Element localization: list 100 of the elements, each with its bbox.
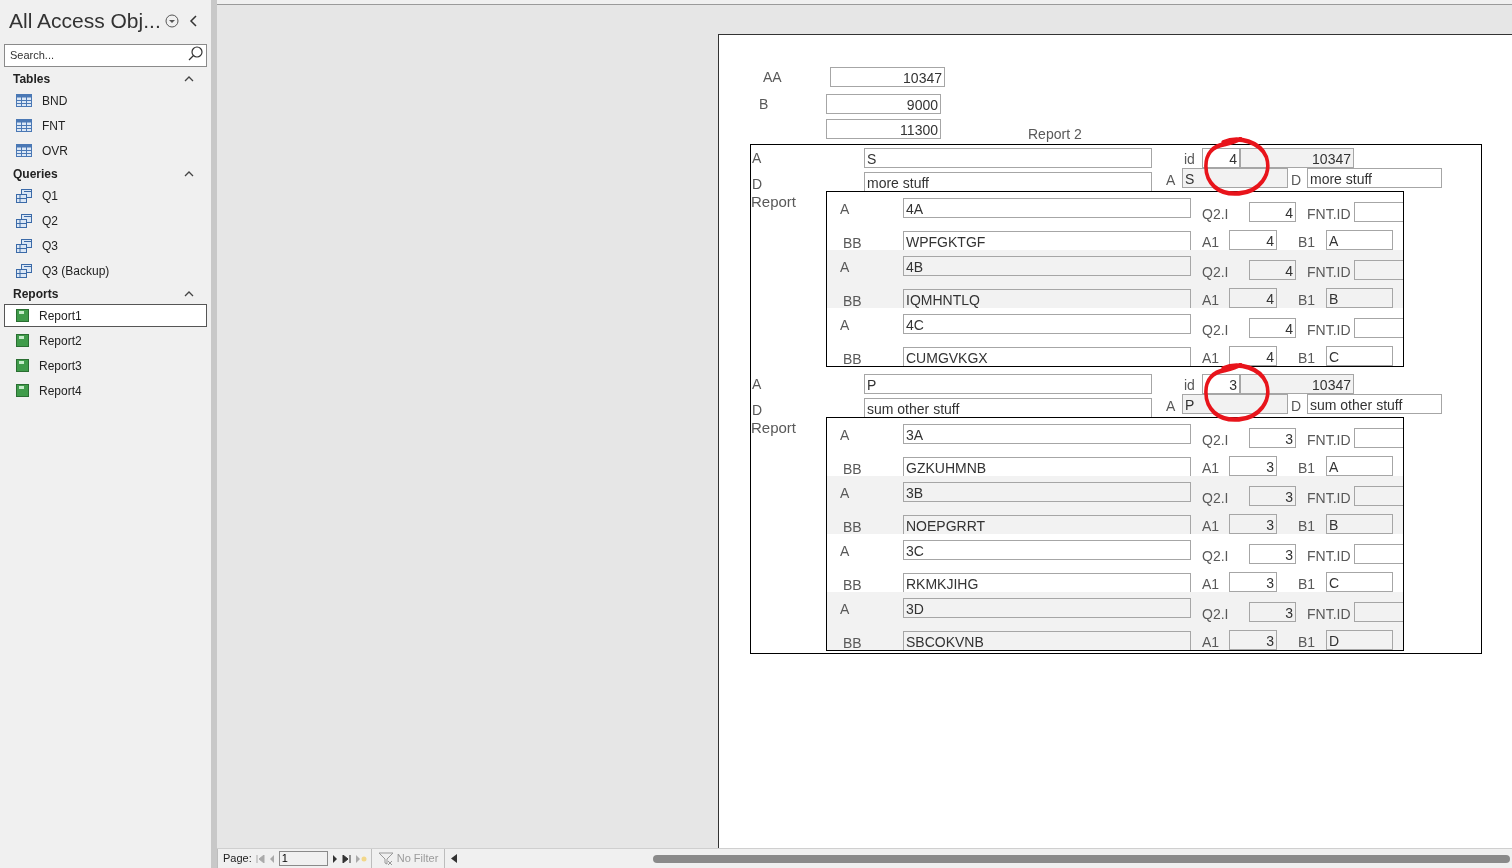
report-field: 10347 (1240, 373, 1354, 394)
last-page-icon[interactable] (341, 854, 351, 863)
report-field: RKMKJIHG (903, 572, 1191, 593)
field-label: FNT.ID (1307, 264, 1352, 280)
field-label: B1 (1298, 634, 1317, 650)
collapse-caret-icon[interactable] (184, 76, 194, 82)
report-field: 10347 (830, 67, 945, 87)
report-field: B (1326, 514, 1393, 534)
report-field: P (1182, 394, 1288, 414)
report-field: A (1326, 456, 1393, 476)
report-field: 3 (1229, 572, 1277, 592)
report-field: 3C (903, 540, 1191, 560)
report-field: 4A (903, 198, 1191, 218)
nav-item[interactable]: Report3 (4, 354, 207, 377)
report-field: S (1182, 168, 1288, 188)
report-caption: Report 2 (1028, 126, 1082, 142)
report-field: C (1326, 346, 1393, 366)
field-label: A (840, 316, 851, 335)
dropdown-icon[interactable] (164, 14, 179, 28)
field-label: A (751, 375, 763, 394)
field-label: Q2.I (1202, 264, 1230, 280)
report-field: 3 (1229, 456, 1277, 476)
report-field: 4 (1229, 346, 1277, 366)
field-label: BB (843, 234, 863, 253)
report-icon (16, 334, 29, 347)
report-field: 3A (903, 424, 1191, 444)
report-field: 4 (1249, 202, 1296, 222)
nav-item[interactable]: Report2 (4, 329, 207, 352)
field-label: A (840, 484, 851, 503)
report-field: 3 (1229, 514, 1277, 534)
report-field: CUMGVKGX (903, 346, 1191, 366)
collapse-caret-icon[interactable] (184, 171, 194, 177)
report-field: 4 (1229, 288, 1277, 308)
query-icon (16, 213, 32, 228)
nav-item[interactable]: BND (4, 89, 207, 112)
field-label: BB (843, 634, 863, 650)
group-header[interactable]: Reports (0, 284, 211, 304)
field-label: Q2.I (1202, 432, 1230, 448)
report-field: 3 (1249, 486, 1296, 506)
report-field: 10347 (1240, 147, 1354, 168)
field-label: Report (751, 418, 798, 438)
field-label: Q2.I (1202, 206, 1230, 222)
field-label: D (751, 175, 764, 191)
nav-item[interactable]: Q3 (Backup) (4, 259, 207, 282)
report-field: 3 (1249, 602, 1296, 622)
field-label: FNT.ID (1307, 322, 1352, 338)
pane-title: All Access Obj... (9, 8, 161, 35)
scrollbar-thumb[interactable] (653, 854, 1510, 863)
field-label: BB (843, 518, 863, 537)
field-label: Q2.I (1202, 322, 1230, 338)
field-label: AA (762, 67, 783, 87)
report-field: 3 (1249, 544, 1296, 564)
nav-item[interactable]: Q2 (4, 209, 207, 232)
nav-item[interactable]: Report4 (4, 379, 207, 402)
report-field: 11300 (826, 119, 941, 139)
report-field: 3 (1229, 630, 1277, 650)
search-icon[interactable] (188, 46, 203, 61)
report-field: B (1326, 288, 1393, 308)
nav-item[interactable]: Report1 (4, 304, 207, 327)
query-icon (16, 238, 32, 253)
report-field: 4 (1229, 230, 1277, 250)
field-label: A (1166, 397, 1177, 416)
page-number-field[interactable]: 1 (278, 851, 328, 866)
nav-item[interactable]: Q3 (4, 234, 207, 257)
nav-item[interactable]: Q1 (4, 184, 207, 207)
field-label: FNT.ID (1307, 206, 1352, 222)
report-field: NOEPGRRT (903, 514, 1191, 535)
report-field: A (1326, 230, 1393, 250)
field-label: B (758, 95, 770, 114)
report-field: 3B (903, 482, 1191, 502)
field-label: FNT.ID (1307, 548, 1352, 564)
report-field: 3 (1249, 428, 1296, 448)
field-label: id (1184, 149, 1196, 169)
field-label: A1 (1202, 518, 1221, 534)
report-field: 4B (903, 256, 1191, 276)
report-field: 4C (903, 314, 1191, 334)
report-field: S (864, 147, 1152, 168)
report-field: C (1326, 572, 1393, 592)
report-field: more stuff (1307, 168, 1442, 188)
field-label: A (840, 426, 851, 445)
field-label: A1 (1202, 292, 1221, 308)
collapse-caret-icon[interactable] (184, 291, 194, 297)
report-field: IQMHNTLQ (903, 288, 1191, 309)
chevron-left-icon[interactable] (189, 15, 197, 27)
group-header[interactable]: Queries (0, 164, 211, 184)
next-page-icon[interactable] (331, 854, 338, 863)
nav-item[interactable]: FNT (4, 114, 207, 137)
query-icon (16, 263, 32, 278)
field-label: BB (843, 292, 863, 311)
nav-item[interactable]: OVR (4, 139, 207, 162)
scroll-left-icon[interactable] (451, 854, 458, 863)
field-label: D (1291, 397, 1303, 416)
search-field[interactable]: Search... (4, 43, 207, 67)
field-label: B1 (1298, 576, 1317, 592)
table-icon (16, 144, 32, 157)
report-icon (16, 359, 29, 372)
field-label: B1 (1298, 518, 1317, 534)
filter-icon (377, 852, 394, 865)
field-label: B1 (1298, 234, 1317, 250)
group-header[interactable]: Tables (0, 69, 211, 89)
